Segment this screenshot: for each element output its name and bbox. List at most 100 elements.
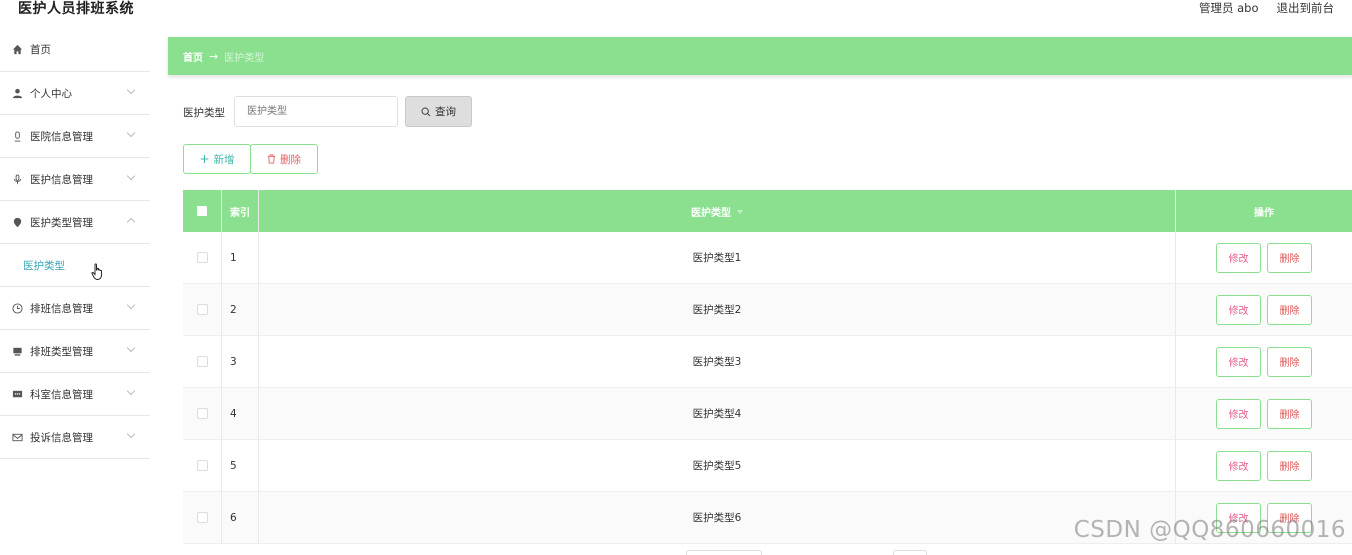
delete-button[interactable]: 删除 <box>1267 346 1312 377</box>
edit-button[interactable]: 修改 <box>1216 346 1261 377</box>
row-actions: 修改 删除 <box>1176 388 1352 439</box>
column-header-index: 索引 <box>222 190 259 232</box>
row-actions: 修改 删除 <box>1176 336 1352 387</box>
delete-button[interactable]: 删除 <box>1267 450 1312 481</box>
add-button[interactable]: + 新增 <box>183 144 251 174</box>
row-checkbox[interactable] <box>196 252 208 263</box>
breadcrumb: 首页 → 医护类型 <box>168 37 1352 75</box>
main-content: 首页 → 医护类型 医护类型 查询 + 新增 删除 索引 医护类型 操作 1 <box>150 28 1352 555</box>
location-icon <box>11 216 23 228</box>
trash-icon <box>267 154 276 164</box>
sort-caret-icon[interactable] <box>737 210 743 214</box>
row-index: 5 <box>222 440 259 491</box>
row-type: 医护类型2 <box>259 284 1176 335</box>
row-checkbox[interactable] <box>196 304 208 315</box>
row-actions: 修改 删除 <box>1176 440 1352 491</box>
chevron-down-icon <box>126 85 136 95</box>
delete-button[interactable]: 删除 <box>1267 398 1312 429</box>
app-title: 医护人员排班系统 <box>18 1 134 17</box>
table-row: 1 医护类型1 修改 删除 <box>183 232 1352 284</box>
microphone-icon <box>11 173 23 185</box>
chevron-down-icon <box>126 300 136 310</box>
pagination-control[interactable] <box>893 550 927 555</box>
sidebar-item-home[interactable]: 首页 <box>0 28 150 72</box>
sidebar-item-medical-staff-info[interactable]: 医护信息管理 <box>0 158 150 201</box>
row-type: 医护类型4 <box>259 388 1176 439</box>
exit-to-frontend-link[interactable]: 退出到前台 <box>1277 0 1335 16</box>
clock-icon <box>11 302 23 314</box>
sidebar-item-hospital-info[interactable]: 医院信息管理 <box>0 115 150 158</box>
sidebar-item-label: 排班类型管理 <box>30 345 93 358</box>
sidebar-item-label: 科室信息管理 <box>30 388 93 401</box>
sidebar-subitem-label: 医护类型 <box>23 259 65 272</box>
sidebar-item-label: 首页 <box>30 44 51 56</box>
row-checkbox-cell <box>183 440 222 491</box>
chevron-down-icon <box>126 386 136 396</box>
row-actions: 修改 删除 <box>1176 232 1352 283</box>
sidebar-item-label: 医护类型管理 <box>30 216 93 229</box>
row-index: 1 <box>222 232 259 283</box>
chevron-down-icon <box>126 128 136 138</box>
table-row: 4 医护类型4 修改 删除 <box>183 388 1352 440</box>
row-checkbox-cell <box>183 388 222 439</box>
row-type: 医护类型5 <box>259 440 1176 491</box>
row-index: 4 <box>222 388 259 439</box>
sidebar-item-label: 排班信息管理 <box>30 302 93 315</box>
breadcrumb-current: 医护类型 <box>224 52 265 64</box>
row-checkbox-cell <box>183 284 222 335</box>
sidebar-item-personal-center[interactable]: 个人中心 <box>0 72 150 115</box>
row-index: 6 <box>222 492 259 543</box>
row-type: 医护类型1 <box>259 232 1176 283</box>
pagination-control[interactable] <box>686 550 762 555</box>
row-checkbox[interactable] <box>196 460 208 471</box>
column-header-type-label: 医护类型 <box>691 207 731 219</box>
mail-icon <box>11 431 23 443</box>
chevron-down-icon <box>126 171 136 181</box>
search-button[interactable]: 查询 <box>405 96 472 127</box>
breadcrumb-home[interactable]: 首页 <box>183 49 203 64</box>
column-header-actions: 操作 <box>1254 207 1274 219</box>
sidebar-item-department-info[interactable]: 科室信息管理 <box>0 373 150 416</box>
column-header-type[interactable]: 医护类型 <box>259 190 1176 232</box>
edit-button[interactable]: 修改 <box>1216 242 1261 273</box>
row-index: 3 <box>222 336 259 387</box>
sidebar-item-label: 医护信息管理 <box>30 173 93 186</box>
row-checkbox-cell <box>183 232 222 283</box>
chevron-down-icon <box>126 429 136 439</box>
plus-icon: + <box>199 152 210 166</box>
sidebar-item-label: 个人中心 <box>30 87 72 100</box>
row-checkbox[interactable] <box>196 356 208 367</box>
watermark: CSDN @QQ860660016 <box>1073 517 1346 543</box>
home-icon <box>11 44 23 56</box>
chevron-up-icon <box>126 217 136 227</box>
sidebar-item-complaint-info[interactable]: 投诉信息管理 <box>0 416 150 459</box>
edit-button[interactable]: 修改 <box>1216 450 1261 481</box>
top-bar: 医护人员排班系统 管理员 abo 退出到前台 <box>0 0 1352 18</box>
select-all-cell <box>183 190 222 232</box>
sidebar-item-label: 医院信息管理 <box>30 130 93 143</box>
breadcrumb-arrow: → <box>209 49 219 63</box>
add-button-label: 新增 <box>213 153 235 166</box>
sidebar-subitem-medical-type[interactable]: 医护类型 <box>0 244 150 287</box>
table-row: 5 医护类型5 修改 删除 <box>183 440 1352 492</box>
sidebar-item-medical-type-mgmt[interactable]: 医护类型管理 <box>0 201 150 244</box>
edit-button[interactable]: 修改 <box>1216 294 1261 325</box>
batch-delete-button[interactable]: 删除 <box>250 144 318 174</box>
chat-icon <box>11 388 23 400</box>
delete-button[interactable]: 删除 <box>1267 242 1312 273</box>
sidebar-item-schedule-info[interactable]: 排班信息管理 <box>0 287 150 330</box>
search-input[interactable] <box>234 96 398 127</box>
table-header: 索引 医护类型 操作 <box>183 190 1352 232</box>
select-all-checkbox[interactable] <box>197 206 207 216</box>
row-actions: 修改 删除 <box>1176 284 1352 335</box>
table-row: 2 医护类型2 修改 删除 <box>183 284 1352 336</box>
delete-button[interactable]: 删除 <box>1267 294 1312 325</box>
sidebar-item-schedule-type[interactable]: 排班类型管理 <box>0 330 150 373</box>
hand-cursor-icon <box>91 263 102 280</box>
row-checkbox[interactable] <box>196 512 208 523</box>
search-button-label: 查询 <box>435 106 456 118</box>
sidebar-item-label: 投诉信息管理 <box>30 431 93 444</box>
edit-button[interactable]: 修改 <box>1216 398 1261 429</box>
row-checkbox[interactable] <box>196 408 208 419</box>
user-label[interactable]: 管理员 abo <box>1199 0 1259 16</box>
